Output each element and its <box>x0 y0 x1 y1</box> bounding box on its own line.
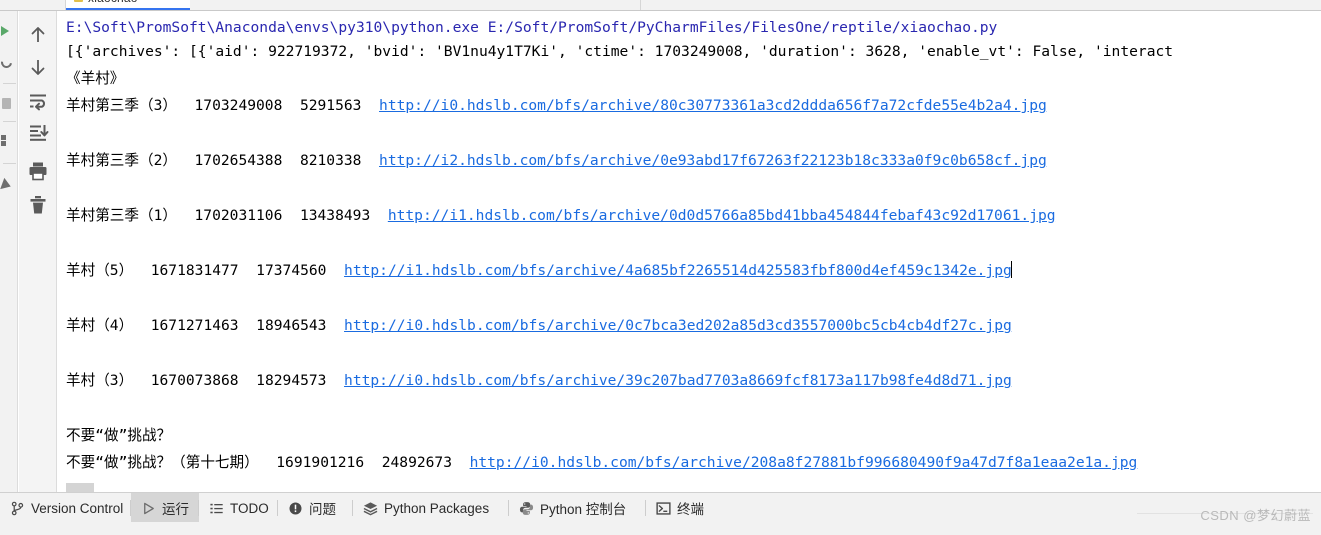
row-meta: 羊村第三季（2） 1702654388 8210338 <box>66 152 380 169</box>
rerun-icon <box>0 54 15 71</box>
tool-window-todo[interactable]: TODO <box>199 493 279 523</box>
play-icon <box>141 501 156 516</box>
scroll-to-end-icon <box>30 125 49 141</box>
tool-window-version-control[interactable]: Version Control <box>0 493 133 523</box>
scroll-up-button[interactable] <box>26 23 50 47</box>
console-line-text: 不要“做”挑战？ <box>66 427 172 444</box>
tab-strip-divider <box>640 0 641 10</box>
run-console-output[interactable]: E:\Soft\PromSoft\Anaconda\envs\py310\pyt… <box>58 11 1321 492</box>
warning-icon <box>288 501 303 516</box>
rerun-failed-button[interactable] <box>0 51 18 73</box>
soft-wrap-button[interactable] <box>26 89 50 113</box>
branch-icon <box>10 501 25 516</box>
tool-window-label: 运行 <box>162 502 189 517</box>
console-line-series-title: 不要“做”挑战？ <box>66 422 171 449</box>
cover-url-link[interactable]: http://i0.hdslb.com/bfs/archive/80c30773… <box>379 97 1047 114</box>
console-line-row: 羊村（5） 1671831477 17374560 http://i1.hdsl… <box>66 257 1012 284</box>
tool-window-label: TODO <box>230 500 269 516</box>
tool-window-label: Version Control <box>31 500 124 516</box>
cover-url-link[interactable]: http://i1.hdslb.com/bfs/archive/4a685bf2… <box>344 262 1012 279</box>
python-icon <box>519 501 534 516</box>
row-meta: 羊村（3） 1670073868 18294573 <box>66 372 345 389</box>
scroll-to-end-button[interactable] <box>26 121 50 145</box>
editor-tab-xiaochao[interactable]: xiaochao × <box>66 0 190 10</box>
tool-window-problems[interactable]: 问题 <box>278 493 346 523</box>
cover-url-link[interactable]: http://i0.hdslb.com/bfs/archive/0c7bca3e… <box>344 317 1012 334</box>
terminal-icon <box>656 501 671 516</box>
watermark: CSDN @梦幻蔚蓝 <box>1200 508 1311 523</box>
tool-window-label: 终端 <box>677 502 704 517</box>
tab-strip-right-pad <box>190 0 1321 10</box>
cover-url-link[interactable]: http://i0.hdslb.com/bfs/archive/208a8f27… <box>470 454 1138 471</box>
print-button[interactable] <box>26 159 50 183</box>
toolbar-divider <box>3 163 16 164</box>
scroll-down-button[interactable] <box>26 55 50 79</box>
row-meta: 羊村（4） 1671271463 18946543 <box>66 317 345 334</box>
console-line-text: E:\Soft\PromSoft\Anaconda\envs\py310\pyt… <box>66 19 998 36</box>
pycharm-run-console-window: xiaochao × <box>0 0 1321 535</box>
stop-icon <box>2 98 11 109</box>
layers-icon <box>1 135 11 146</box>
editor-tab-label: xiaochao <box>88 0 138 5</box>
row-meta: 羊村第三季（3） 1703249008 5291563 <box>66 97 380 114</box>
soft-wrap-icon <box>30 94 46 111</box>
tool-window-run[interactable]: 运行 <box>131 493 199 523</box>
run-control-toolbar <box>0 11 18 492</box>
cover-url-link[interactable]: http://i0.hdslb.com/bfs/archive/39c207ba… <box>344 372 1012 389</box>
row-meta: 不要“做”挑战？（第十七期） 1691901216 24892673 <box>66 454 470 471</box>
printer-icon <box>29 162 47 181</box>
pin-button[interactable] <box>0 173 18 195</box>
toolbar-divider <box>3 121 16 122</box>
console-line-text: 《羊村》 <box>66 70 125 87</box>
row-meta: 羊村（5） 1671831477 17374560 <box>66 262 345 279</box>
console-line-command: E:\Soft\PromSoft\Anaconda\envs\py310\pyt… <box>66 14 997 41</box>
console-line-row: 羊村第三季（1） 1702031106 13438493 http://i1.h… <box>66 202 1056 229</box>
toolbar-divider <box>3 83 16 84</box>
cover-url-link[interactable]: http://i2.hdslb.com/bfs/archive/0e93abd1… <box>379 152 1047 169</box>
console-line-row: 羊村第三季（3） 1703249008 5291563 http://i0.hd… <box>66 92 1047 119</box>
trash-icon <box>30 196 46 214</box>
console-line-payload: [{'archives': [{'aid': 922719372, 'bvid'… <box>66 38 1173 65</box>
tool-window-terminal[interactable]: 终端 <box>646 493 714 523</box>
cursor-icon <box>0 177 13 193</box>
close-icon[interactable]: × <box>166 0 172 3</box>
list-icon <box>209 501 224 516</box>
tab-strip-left-pad <box>0 0 66 10</box>
tool-window-label: Python Packages <box>384 500 490 516</box>
tool-window-bar: Version Control 运行 TODO 问题 Python Packag… <box>0 492 1321 523</box>
tool-window-label: Python 控制台 <box>540 502 627 517</box>
console-line-row: 不要“做”挑战？（第十七期） 1691901216 24892673 http:… <box>66 449 1137 476</box>
python-file-icon <box>74 0 83 2</box>
console-toolbar <box>19 11 57 492</box>
row-meta: 羊村第三季（1） 1702031106 13438493 <box>66 207 388 224</box>
status-bar <box>0 522 1321 535</box>
console-line-series-title: 《羊村》 <box>66 65 124 92</box>
console-selection-highlight <box>66 483 94 492</box>
cover-url-link[interactable]: http://i1.hdslb.com/bfs/archive/0d0d5766… <box>388 207 1056 224</box>
play-icon <box>1 26 9 36</box>
tool-window-python-packages[interactable]: Python Packages <box>353 493 499 523</box>
console-line-row: 羊村第三季（2） 1702654388 8210338 http://i2.hd… <box>66 147 1047 174</box>
text-caret <box>1010 261 1012 278</box>
rerun-button[interactable] <box>0 19 18 41</box>
packages-icon <box>363 501 378 516</box>
console-line-row: 羊村（4） 1671271463 18946543 http://i0.hdsl… <box>66 312 1012 339</box>
tool-window-python-console[interactable]: Python 控制台 <box>509 493 636 523</box>
arrow-down-icon <box>31 60 45 75</box>
arrow-up-icon <box>31 27 45 42</box>
console-line-text: [{'archives': [{'aid': 922719372, 'bvid'… <box>66 43 1174 60</box>
layout-button[interactable] <box>0 129 18 151</box>
console-line-row: 羊村（3） 1670073868 18294573 http://i0.hdsl… <box>66 367 1012 394</box>
editor-tab-strip: xiaochao × <box>0 0 1321 11</box>
tool-window-label: 问题 <box>309 502 336 517</box>
clear-all-button[interactable] <box>26 193 50 217</box>
stop-button[interactable] <box>0 91 18 113</box>
